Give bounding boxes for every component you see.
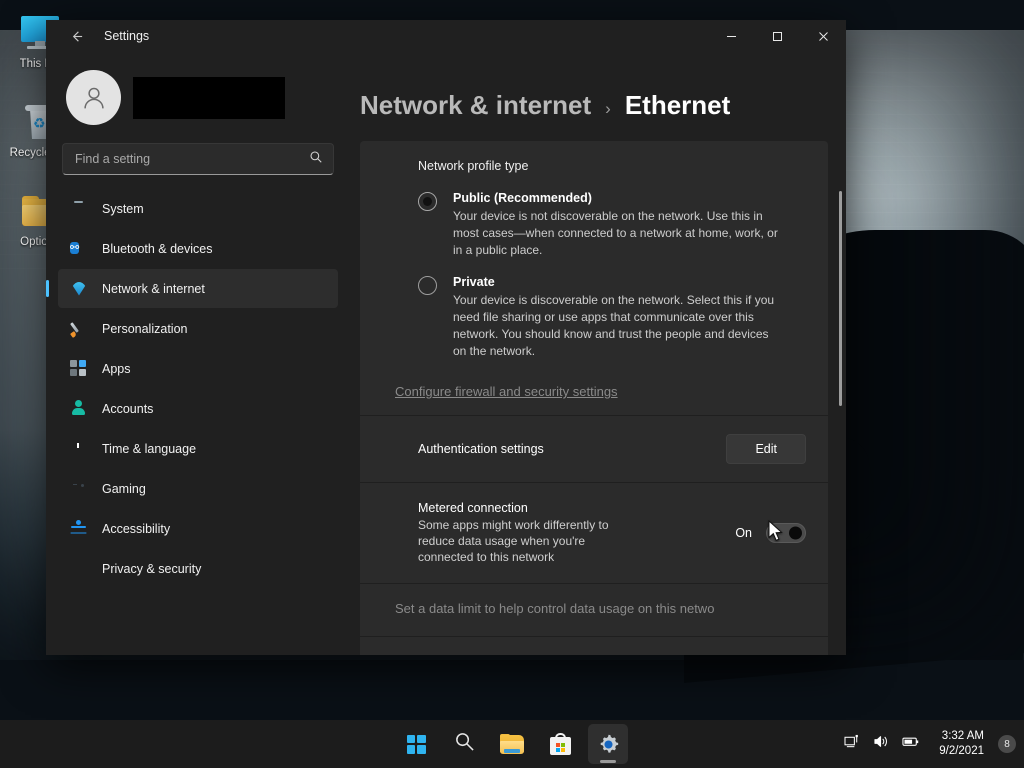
radio-public-label: Public (Recommended) [453, 191, 592, 205]
sidebar-item-bluetooth-devices[interactable]: ⚯ Bluetooth & devices [58, 229, 338, 268]
sidebar-item-label: Bluetooth & devices [102, 241, 213, 256]
settings-button[interactable] [588, 724, 628, 764]
network-profile-title: Network profile type [418, 159, 529, 173]
system-tray: 3:32 AM 9/2/2021 8 [834, 720, 1024, 768]
shield-icon [70, 560, 88, 578]
data-limit-row: Set a data limit to help control data us… [360, 584, 828, 637]
breadcrumb-separator-icon: › [605, 99, 611, 118]
apps-icon [70, 359, 88, 378]
clock[interactable]: 3:32 AM 9/2/2021 [931, 725, 992, 763]
windows-logo-icon [406, 734, 426, 754]
store-icon [549, 733, 571, 755]
taskbar-items [396, 724, 628, 764]
sidebar-item-accounts[interactable]: Accounts [58, 389, 338, 428]
accounts-icon [70, 400, 88, 418]
back-arrow-icon[interactable] [62, 23, 90, 49]
volume-icon [873, 734, 890, 754]
microsoft-store-button[interactable] [540, 724, 580, 764]
settings-window[interactable]: Settings Find a setting System ⚯ Bluetoo… [46, 20, 846, 655]
sidebar-item-label: Gaming [102, 481, 146, 496]
system-icon [70, 200, 88, 218]
folder-icon [500, 734, 524, 754]
radio-private-label: Private [453, 275, 495, 289]
search-box[interactable] [62, 143, 334, 175]
network-icon [70, 280, 88, 298]
taskbar[interactable]: 3:32 AM 9/2/2021 8 [0, 720, 1024, 768]
search-icon [454, 731, 475, 757]
clock-icon [70, 440, 88, 458]
sidebar-nav: System ⚯ Bluetooth & devices Network & i… [46, 189, 338, 588]
start-button[interactable] [396, 724, 436, 764]
metered-connection-toggle[interactable] [766, 523, 806, 543]
sidebar-item-system[interactable]: System [58, 189, 338, 228]
bluetooth-icon: ⚯ [70, 241, 80, 254]
battery-icon [902, 735, 921, 753]
sidebar-item-time-language[interactable]: Time & language [58, 429, 338, 468]
sidebar-item-label: Time & language [102, 441, 197, 456]
accessibility-icon [70, 520, 88, 538]
file-explorer-button[interactable] [492, 724, 532, 764]
sidebar-item-label: Network & internet [102, 281, 205, 296]
tray-date: 9/2/2021 [939, 745, 984, 757]
radio-option-public[interactable]: Public (Recommended) Your device is not … [418, 191, 806, 259]
sidebar-item-label: Personalization [102, 321, 188, 336]
authentication-settings-label: Authentication settings [418, 442, 544, 456]
user-name-redacted [133, 76, 285, 119]
window-title: Settings [104, 29, 150, 43]
radio-public-description: Your device is not discoverable on the n… [453, 209, 778, 257]
user-profile[interactable] [58, 52, 338, 139]
sidebar-item-label: System [102, 201, 144, 216]
notification-badge[interactable]: 8 [998, 735, 1016, 753]
search-input[interactable] [75, 152, 303, 166]
network-profile-section: Network profile type Public (Recommended… [360, 141, 828, 416]
ip-assignment-row: IP assignment: Edit [360, 637, 828, 655]
sidebar-item-label: Accessibility [102, 521, 171, 536]
maximize-icon[interactable] [754, 20, 800, 52]
radio-option-private[interactable]: Private Your device is discoverable on t… [418, 275, 806, 360]
network-tray-icon [844, 734, 861, 754]
page-title: Ethernet [624, 90, 731, 120]
tray-time: 3:32 AM [941, 730, 984, 742]
vertical-scrollbar[interactable] [839, 191, 842, 406]
sidebar-item-label: Privacy & security [102, 561, 202, 576]
metered-toggle-state-label: On [735, 526, 752, 540]
radio-public-input[interactable] [418, 192, 437, 211]
paintbrush-icon [70, 320, 88, 338]
metered-connection-label: Metered connection [418, 501, 528, 515]
wallpaper-bottom-band [0, 660, 1024, 720]
settings-scroll-area[interactable]: Network profile type Public (Recommended… [350, 141, 846, 655]
data-limit-link[interactable]: Set a data limit to help control data us… [395, 601, 714, 616]
authentication-edit-button[interactable]: Edit [726, 434, 806, 464]
search-icon [309, 150, 323, 169]
sidebar-item-personalization[interactable]: Personalization [58, 309, 338, 348]
sidebar-item-label: Apps [102, 361, 131, 376]
gamepad-icon [70, 480, 88, 498]
metered-connection-description: Some apps might work differently to redu… [418, 518, 609, 564]
sidebar: System ⚯ Bluetooth & devices Network & i… [46, 52, 350, 655]
main-content: Network & internet › Ethernet Network pr… [350, 52, 846, 655]
tray-status-icons[interactable] [834, 728, 931, 760]
search-button[interactable] [444, 724, 484, 764]
close-icon[interactable] [800, 20, 846, 52]
metered-connection-row: Metered connection Some apps might work … [360, 483, 828, 584]
breadcrumb: Network & internet › Ethernet [350, 52, 846, 141]
sidebar-item-accessibility[interactable]: Accessibility [58, 509, 338, 548]
window-appbar: Settings [46, 20, 149, 52]
authentication-settings-row: Authentication settings Edit [360, 416, 828, 483]
window-titlebar[interactable]: Settings [46, 20, 846, 52]
settings-card: Network profile type Public (Recommended… [360, 141, 828, 655]
sidebar-item-apps[interactable]: Apps [58, 349, 338, 388]
sidebar-item-privacy-security[interactable]: Privacy & security [58, 549, 338, 588]
sidebar-item-label: Accounts [102, 401, 154, 416]
user-avatar-icon [66, 70, 121, 125]
breadcrumb-parent[interactable]: Network & internet [360, 90, 591, 121]
radio-private-input[interactable] [418, 276, 437, 295]
configure-firewall-link[interactable]: Configure firewall and security settings [395, 384, 806, 399]
gear-icon [597, 733, 620, 756]
minimize-icon[interactable] [708, 20, 754, 52]
radio-private-description: Your device is discoverable on the netwo… [453, 293, 775, 358]
sidebar-item-gaming[interactable]: Gaming [58, 469, 338, 508]
sidebar-item-network-internet[interactable]: Network & internet [46, 269, 338, 308]
